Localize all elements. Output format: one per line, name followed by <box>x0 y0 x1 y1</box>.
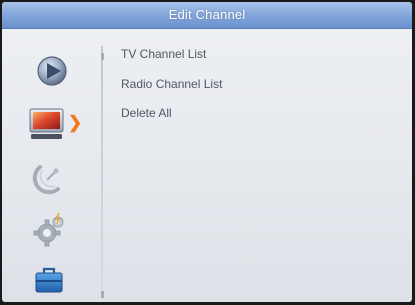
toolbox-icon <box>35 267 63 293</box>
sidebar-item-tools[interactable] <box>29 259 69 299</box>
column-divider <box>101 46 103 298</box>
sidebar-item-settings[interactable] <box>29 210 69 250</box>
sidebar: ❯ <box>2 29 98 302</box>
tv-icon <box>29 108 64 139</box>
title-bar: Edit Channel <box>2 2 412 29</box>
scroll-marker-bottom <box>101 291 104 298</box>
settings-gear-icon <box>33 212 64 247</box>
menu-item-radio-channel-list[interactable]: Radio Channel List <box>121 77 222 91</box>
sidebar-item-media[interactable] <box>32 51 72 91</box>
selection-arrow-icon: ❯ <box>68 113 83 132</box>
menu-item-delete-all[interactable]: Delete All <box>121 106 172 120</box>
sidebar-item-installation[interactable] <box>30 159 70 199</box>
scroll-marker-top <box>101 53 104 60</box>
play-icon <box>37 56 67 86</box>
sidebar-item-channel[interactable] <box>27 103 67 143</box>
menu-item-tv-channel-list[interactable]: TV Channel List <box>121 47 206 61</box>
satellite-dish-icon <box>32 165 60 195</box>
tv-screen: Edit Channel ❯ TV Channel List Radio Cha… <box>2 2 412 302</box>
page-title: Edit Channel <box>168 7 246 22</box>
